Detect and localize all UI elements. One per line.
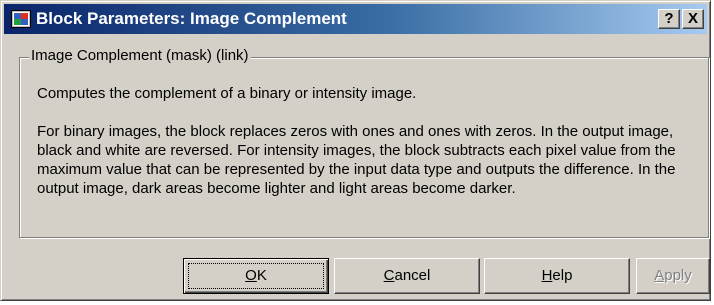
description-summary: Computes the complement of a binary or i… [37,85,417,102]
apply-label-mnemonic: A [654,267,665,284]
ok-button[interactable]: OK [183,258,329,294]
help-button[interactable]: Help [484,258,630,294]
block-description: Computes the complement of a binary or i… [37,84,687,198]
apply-label-rest: pply [664,267,692,284]
help-label-rest: elp [552,267,573,284]
help-label-mnemonic: H [541,267,553,284]
simulink-block-icon [11,10,31,28]
close-button[interactable]: X [682,9,704,29]
cancel-button[interactable]: Cancel [334,258,480,294]
context-help-button[interactable]: ? [658,9,680,29]
window-title: Block Parameters: Image Complement [36,9,347,28]
cancel-label-mnemonic: C [383,267,395,284]
focus-rectangle [188,263,324,289]
block-parameters-dialog: Block Parameters: Image Complement ? X I… [0,0,711,301]
description-details: For binary images, the block replaces ze… [37,123,676,197]
cancel-label-rest: ancel [394,267,431,284]
apply-button[interactable]: Apply [636,258,710,294]
title-bar[interactable]: Block Parameters: Image Complement ? X [4,4,707,34]
group-box-label: Image Complement (mask) (link) [29,47,251,65]
